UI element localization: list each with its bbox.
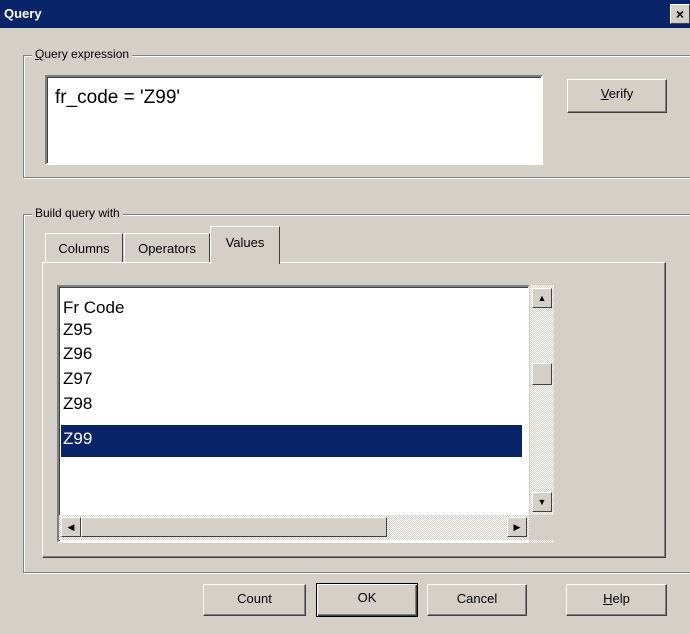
list-item[interactable]: Z98 (63, 393, 92, 415)
ok-button[interactable]: OK (316, 583, 418, 617)
list-item[interactable]: Z97 (63, 368, 92, 390)
values-listbox[interactable]: Fr Code Z95 Z96 Z97 Z98 Z99 (57, 285, 530, 543)
vertical-scroll-thumb[interactable] (532, 363, 552, 385)
arrow-right-icon: ▶ (513, 522, 521, 532)
scrollbar-corner (529, 515, 554, 540)
list-item[interactable]: Z95 (63, 319, 92, 341)
list-item-selected[interactable]: Z99 (61, 425, 522, 457)
scroll-up-button[interactable]: ▲ (532, 288, 552, 308)
tab-columns[interactable]: Columns (45, 233, 123, 262)
horizontal-scroll-thumb[interactable] (81, 517, 387, 537)
list-item[interactable]: Z96 (63, 343, 92, 365)
scroll-left-button[interactable]: ◀ (61, 517, 81, 537)
close-icon: × (675, 6, 685, 22)
tab-operators[interactable]: Operators (124, 233, 210, 262)
count-button[interactable]: Count (203, 584, 306, 616)
close-button[interactable]: × (670, 4, 690, 24)
scroll-down-button[interactable]: ▼ (532, 492, 552, 512)
arrow-down-icon: ▼ (537, 497, 547, 507)
list-item[interactable]: Fr Code (63, 297, 124, 319)
cancel-button[interactable]: Cancel (427, 584, 527, 616)
tab-values[interactable]: Values (210, 226, 280, 264)
title-bar: Query × (0, 0, 690, 28)
window-title: Query (4, 6, 42, 21)
query-expression-input[interactable]: fr_code = 'Z99' (45, 75, 543, 165)
arrow-left-icon: ◀ (67, 522, 75, 532)
verify-button[interactable]: Verify (567, 79, 667, 113)
vertical-scrollbar[interactable]: ▲ ▼ (529, 285, 554, 543)
query-expression-label: Query expression (32, 47, 133, 61)
scroll-right-button[interactable]: ▶ (507, 517, 527, 537)
build-query-label: Build query with (32, 206, 123, 220)
help-button[interactable]: Help (566, 584, 667, 616)
horizontal-scrollbar[interactable]: ◀ ▶ (59, 515, 529, 540)
arrow-up-icon: ▲ (537, 293, 547, 303)
